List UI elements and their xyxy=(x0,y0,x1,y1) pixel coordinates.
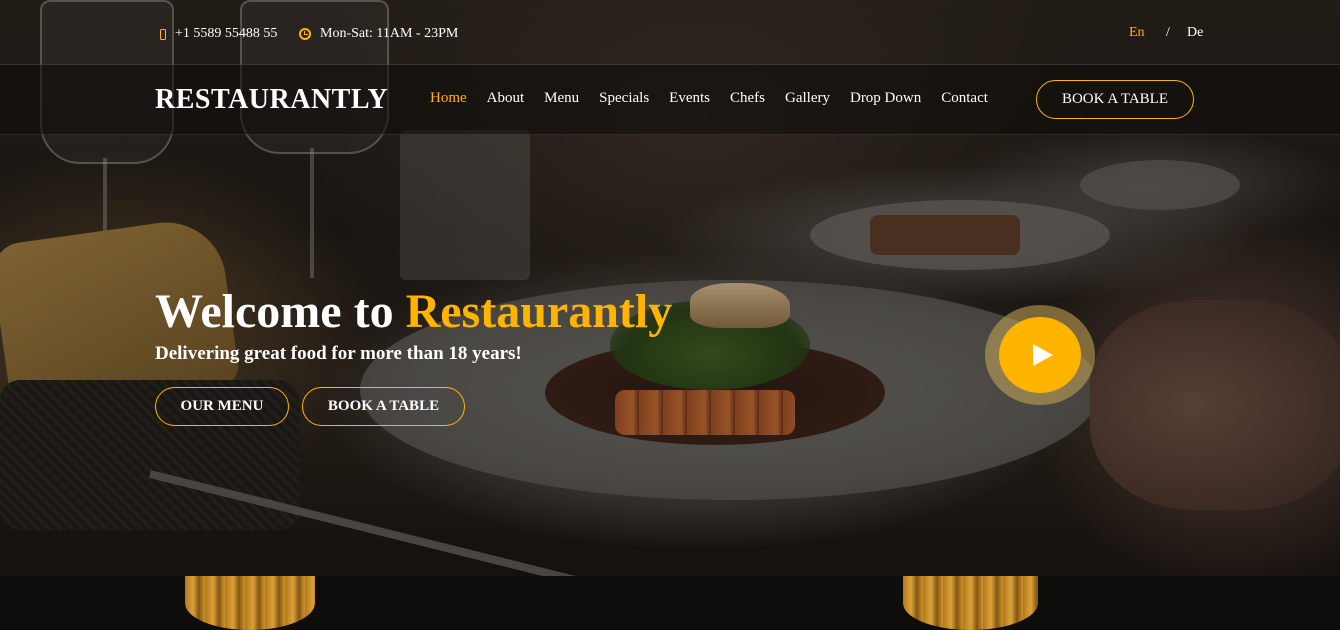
play-icon xyxy=(1032,344,1053,366)
language-en-link[interactable]: En xyxy=(1129,25,1145,41)
nav-drop-down[interactable]: Drop Down xyxy=(850,90,921,107)
nav-chefs[interactable]: Chefs xyxy=(730,90,765,107)
sauce-image xyxy=(545,340,885,445)
fork-image xyxy=(149,470,608,576)
phone-number: +1 5589 55488 55 xyxy=(175,26,278,41)
fish-image xyxy=(690,283,790,328)
language-separator: / xyxy=(1166,25,1170,40)
play-video-button[interactable] xyxy=(985,305,1095,405)
hero-title-prefix: Welcome to xyxy=(155,285,406,338)
book-table-header-button[interactable]: BOOK A TABLE xyxy=(1036,80,1194,119)
site-logo[interactable]: RESTAURANTLY xyxy=(155,84,388,116)
phone-icon xyxy=(160,28,166,40)
water-glass-image xyxy=(400,130,530,280)
lamp-image xyxy=(185,576,315,630)
next-section-preview xyxy=(0,576,1340,630)
hero-title: Welcome to Restaurantly xyxy=(155,285,673,339)
nav-events[interactable]: Events xyxy=(669,90,710,107)
nav-home[interactable]: Home xyxy=(430,90,467,107)
salmon-image xyxy=(615,390,795,435)
book-table-hero-button[interactable]: BOOK A TABLE xyxy=(302,387,465,426)
nav-gallery[interactable]: Gallery xyxy=(785,90,830,107)
clock-icon xyxy=(299,28,311,40)
our-menu-button[interactable]: OUR MENU xyxy=(155,387,289,426)
nav-menu[interactable]: Menu xyxy=(544,90,579,107)
main-nav: Home About Menu Specials Events Chefs Ga… xyxy=(430,90,1008,107)
hours-text: Mon-Sat: 11AM - 23PM xyxy=(320,26,459,41)
wine-glass-stem xyxy=(103,158,107,268)
background-plate-image xyxy=(810,200,1110,270)
wine-glass-stem xyxy=(310,148,314,278)
background-food-image xyxy=(870,215,1020,255)
nav-specials[interactable]: Specials xyxy=(599,90,649,107)
hero-subtitle: Delivering great food for more than 18 y… xyxy=(155,343,522,364)
nav-about[interactable]: About xyxy=(487,90,525,107)
opening-hours: Mon-Sat: 11AM - 23PM xyxy=(299,26,458,42)
hand-image xyxy=(1090,300,1340,510)
phone-contact: +1 5589 55488 55 xyxy=(160,26,277,42)
hero-title-accent: Restaurantly xyxy=(405,285,673,338)
site-header: RESTAURANTLY Home About Menu Specials Ev… xyxy=(0,64,1340,135)
lamp-image xyxy=(903,576,1038,630)
language-de-link[interactable]: De xyxy=(1187,25,1203,41)
top-info-bar: +1 5589 55488 55 Mon-Sat: 11AM - 23PM En… xyxy=(0,6,1340,64)
play-button-circle[interactable] xyxy=(999,317,1081,393)
background-plate-image xyxy=(1080,160,1240,210)
nav-contact[interactable]: Contact xyxy=(941,90,988,107)
